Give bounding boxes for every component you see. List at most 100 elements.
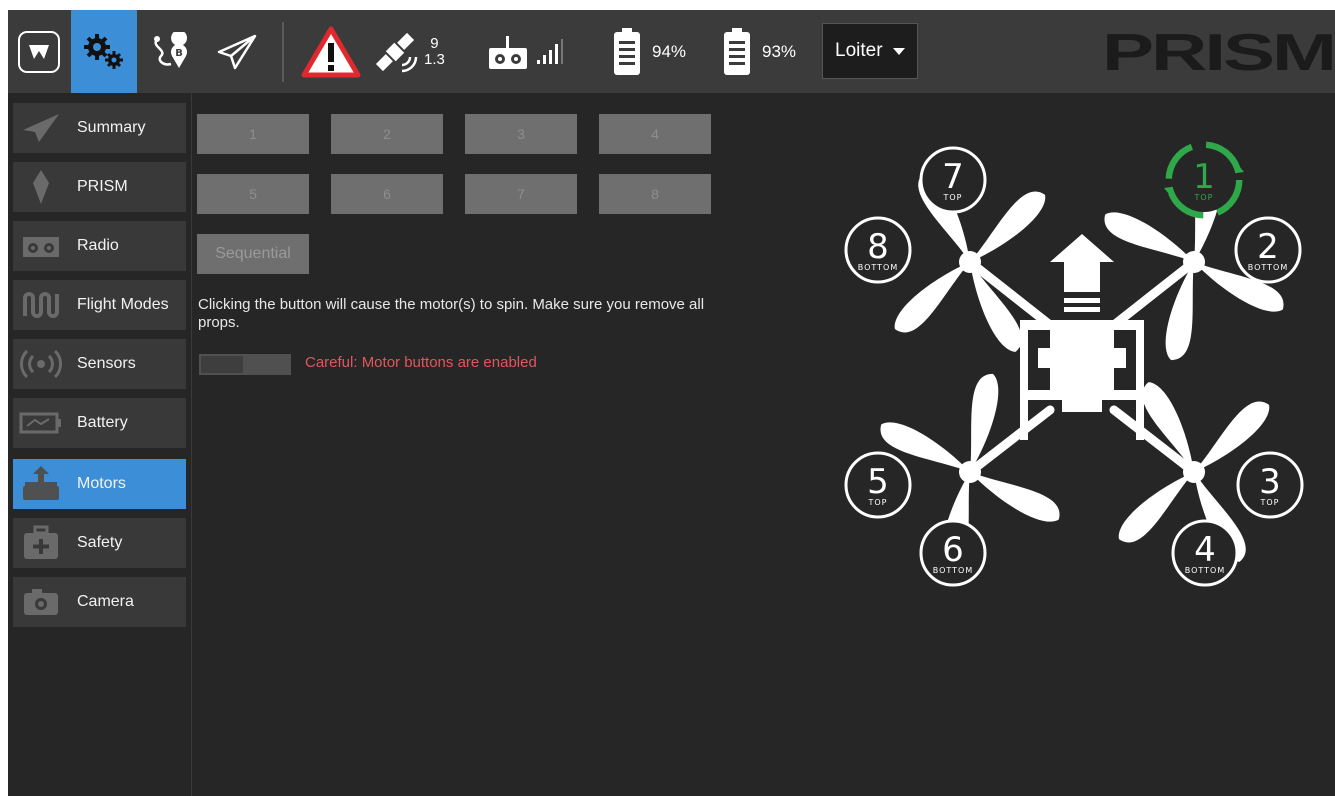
sensor-signal-icon — [13, 339, 69, 389]
toggle-knob[interactable] — [201, 356, 243, 373]
paper-plane-icon — [13, 103, 69, 153]
motor-position-label: BOTTOM — [858, 263, 898, 272]
plan-view-button[interactable]: B — [138, 10, 204, 93]
motor-6-badge: 6BOTTOM — [919, 519, 987, 587]
sidebar-item-safety[interactable]: Safety — [13, 518, 186, 568]
gears-icon — [84, 33, 123, 69]
warning-triangle-icon — [301, 26, 361, 77]
flight-mode-dropdown[interactable]: Loiter — [822, 23, 918, 79]
sidebar-item-label: Safety — [77, 534, 123, 551]
motor-number: 6 — [942, 530, 964, 570]
waypoint-route-icon: B — [154, 31, 187, 68]
camera-icon — [13, 577, 69, 627]
gps-satellite-count: 9 — [430, 34, 439, 52]
motor-1-button[interactable]: 1 — [197, 114, 309, 154]
app-logo-button[interactable] — [8, 10, 70, 93]
motor-8-badge: 8BOTTOM — [844, 216, 912, 284]
motor-number: 3 — [1259, 462, 1281, 502]
paper-plane-icon — [217, 34, 257, 69]
enable-motors-toggle[interactable] — [199, 354, 291, 375]
gps-hdop: 1.3 — [424, 50, 445, 68]
motor-7-button[interactable]: 7 — [465, 174, 577, 214]
satellite-icon — [375, 32, 418, 72]
battery-icon — [724, 27, 750, 75]
flight-mode-value: Loiter — [835, 40, 883, 61]
gps-indicator[interactable]: 9 1.3 — [370, 10, 470, 93]
rc-rssi-indicator[interactable] — [486, 10, 586, 93]
battery-2-percent: 93% — [762, 41, 797, 61]
sidebar-item-label: Summary — [77, 119, 146, 136]
sidebar-item-battery[interactable]: Battery — [13, 398, 186, 448]
motor-2-button[interactable]: 2 — [331, 114, 443, 154]
motor-3-button[interactable]: 3 — [465, 114, 577, 154]
motor-5-badge: 5TOP — [844, 451, 912, 519]
setup-sidebar: Summary PRISM Radio Flight Modes Sensors — [8, 93, 192, 796]
octocopter-motor-diagram: 1TOP2BOTTOM3TOP4BOTTOM5TOP6BOTTOM7TOP8BO… — [844, 141, 1304, 587]
motor-2-badge: 2BOTTOM — [1234, 216, 1302, 284]
sidebar-item-radio[interactable]: Radio — [13, 221, 186, 271]
sidebar-item-flight-modes[interactable]: Flight Modes — [13, 280, 186, 330]
motor-number: 4 — [1194, 530, 1216, 570]
motor-number: 2 — [1257, 227, 1279, 267]
vehicle-setup-button[interactable] — [71, 10, 137, 93]
app-window: B 9 1.3 94% 93% Loiter PRISM Summary PRI… — [8, 10, 1335, 796]
battery-2-indicator[interactable]: 93% — [722, 10, 828, 93]
radio-controller-icon — [489, 35, 527, 69]
sidebar-item-label: Radio — [77, 237, 119, 254]
sidebar-item-label: Motors — [77, 475, 126, 492]
sidebar-item-motors[interactable]: Motors — [13, 459, 186, 509]
prism-brand-logo: PRISM — [1102, 24, 1334, 80]
motor-number: 1 — [1193, 157, 1215, 197]
motor-4-badge: 4BOTTOM — [1171, 519, 1239, 587]
sequential-button[interactable]: Sequential — [197, 234, 309, 274]
battery-icon — [614, 27, 640, 75]
prism-crystal-icon — [13, 162, 69, 212]
motor-position-label: TOP — [867, 498, 887, 507]
motor-8-button[interactable]: 8 — [599, 174, 711, 214]
motor-position-label: TOP — [1259, 498, 1279, 507]
motor-1-badge: 1TOP — [1172, 148, 1236, 212]
brand-text: PRISM — [1102, 24, 1334, 80]
motor-7-badge: 7TOP — [919, 146, 987, 214]
signal-strength-icon — [537, 38, 563, 64]
message-indicator[interactable] — [298, 10, 364, 93]
forward-arrow — [1050, 234, 1114, 312]
motor-6-button[interactable]: 6 — [331, 174, 443, 214]
careful-status-text: Careful: Motor buttons are enabled — [305, 354, 537, 371]
sidebar-item-sensors[interactable]: Sensors — [13, 339, 186, 389]
app-logo-icon — [18, 30, 60, 73]
sidebar-item-label: Battery — [77, 414, 128, 431]
sidebar-item-label: Camera — [77, 593, 134, 610]
svg-text:B: B — [175, 48, 183, 59]
sidebar-item-label: PRISM — [77, 178, 128, 195]
motor-icon — [13, 459, 69, 509]
motor-4-button[interactable]: 4 — [599, 114, 711, 154]
motor-3-badge: 3TOP — [1236, 451, 1304, 519]
motor-5-button[interactable]: 5 — [197, 174, 309, 214]
motor-number: 5 — [867, 462, 889, 502]
sidebar-item-label: Flight Modes — [77, 296, 169, 313]
flight-modes-wave-icon — [13, 280, 69, 330]
sidebar-item-camera[interactable]: Camera — [13, 577, 186, 627]
sidebar-item-label: Sensors — [77, 355, 136, 372]
toolbar-divider — [282, 22, 284, 82]
motor-position-label: TOP — [1193, 193, 1213, 202]
sidebar-item-prism[interactable]: PRISM — [13, 162, 186, 212]
motor-position-label: BOTTOM — [1185, 566, 1225, 575]
top-toolbar: B 9 1.3 94% 93% Loiter PRISM — [8, 10, 1335, 93]
battery-icon — [13, 398, 69, 448]
fly-view-button[interactable] — [204, 10, 270, 93]
motor-number: 8 — [867, 227, 889, 267]
motor-position-label: TOP — [942, 193, 962, 202]
motor-position-label: BOTTOM — [933, 566, 973, 575]
sidebar-item-summary[interactable]: Summary — [13, 103, 186, 153]
first-aid-kit-icon — [13, 518, 69, 568]
chevron-down-icon — [892, 47, 905, 55]
motor-position-label: BOTTOM — [1248, 263, 1288, 272]
battery-1-percent: 94% — [652, 41, 687, 61]
battery-1-indicator[interactable]: 94% — [612, 10, 718, 93]
gps-readout: 9 1.3 — [424, 34, 445, 68]
motor-warning-text: Clicking the button will cause the motor… — [198, 296, 705, 331]
radio-controller-icon — [13, 221, 69, 271]
motor-number: 7 — [942, 157, 964, 197]
